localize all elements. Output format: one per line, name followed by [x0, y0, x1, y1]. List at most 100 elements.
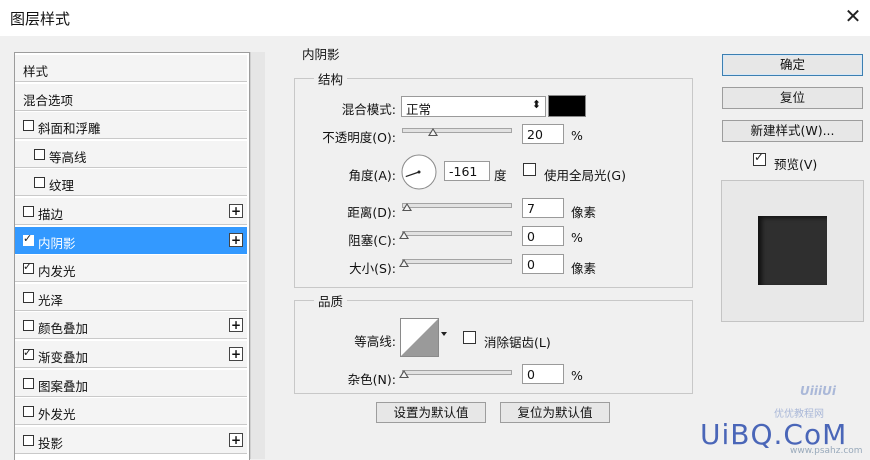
preview-checkbox[interactable] [753, 150, 766, 166]
opacity-unit: % [571, 128, 583, 143]
style-checkbox[interactable] [23, 434, 34, 446]
blend-mode-select[interactable]: 正常 ⬍ [401, 96, 546, 117]
preview-square [758, 216, 827, 285]
preview-label: 预览(V) [774, 157, 818, 172]
new-style-button[interactable]: 新建样式(W)... [722, 120, 863, 142]
style-list-item-label: 样式 [23, 64, 49, 79]
style-list-item[interactable]: 颜色叠加 + [15, 312, 247, 340]
shadow-color-swatch[interactable] [548, 95, 586, 117]
style-list-item[interactable]: 投影 + [15, 426, 247, 454]
style-list-item[interactable]: 渐变叠加 + [15, 341, 247, 368]
opacity-slider[interactable] [402, 128, 512, 133]
add-effect-icon[interactable]: + [229, 318, 243, 333]
style-list-item-label: 描边 [38, 207, 64, 222]
contour-picker[interactable] [400, 318, 448, 358]
add-effect-icon[interactable]: + [229, 347, 243, 361]
blend-mode-value: 正常 [406, 102, 432, 117]
style-list-item[interactable]: 混合选项 [15, 83, 247, 111]
distance-input[interactable]: 7 [522, 198, 564, 218]
style-list-item-label: 内发光 [38, 264, 76, 280]
style-list-item[interactable]: 外发光 [15, 398, 247, 426]
choke-input[interactable]: 0 [522, 226, 564, 246]
size-label: 大小(S): [349, 261, 396, 276]
reset-default-button[interactable]: 复位为默认值 [500, 402, 610, 423]
noise-unit: % [571, 368, 583, 383]
style-list-item[interactable]: 纹理 [15, 169, 247, 197]
angle-input[interactable]: -161 [444, 161, 490, 181]
distance-slider-thumb[interactable] [402, 203, 413, 211]
style-list-item[interactable]: 内发光 [15, 255, 247, 283]
choke-slider-thumb[interactable] [399, 231, 409, 239]
distance-label: 距离(D): [347, 205, 396, 220]
style-list-item[interactable]: 内阴影 + [15, 226, 247, 254]
choke-slider[interactable] [402, 231, 512, 236]
style-list-item[interactable]: 斜面和浮雕 [15, 112, 247, 140]
style-list-item-label: 等高线 [49, 149, 87, 165]
add-effect-icon[interactable]: + [229, 432, 243, 447]
noise-slider[interactable] [402, 370, 512, 375]
anti-alias-label: 消除锯齿(L) [484, 335, 551, 350]
size-unit: 像素 [571, 261, 597, 276]
section-title: 内阴影 [298, 44, 344, 63]
opacity-input[interactable]: 20 [522, 124, 564, 144]
angle-unit: 度 [494, 168, 507, 183]
style-list-item-label: 颜色叠加 [38, 321, 89, 337]
style-checkbox[interactable] [34, 148, 45, 160]
style-checkbox[interactable] [23, 377, 34, 389]
style-list-item-label: 混合选项 [23, 92, 74, 108]
style-list-item[interactable]: 光泽 [15, 283, 247, 311]
list-scrollbar[interactable] [250, 52, 265, 459]
style-checkbox[interactable] [23, 291, 34, 303]
style-checkbox[interactable] [34, 177, 45, 189]
size-input[interactable]: 0 [522, 254, 564, 274]
title-bar [0, 0, 870, 36]
add-effect-icon[interactable]: + [229, 232, 243, 247]
noise-input[interactable]: 0 [522, 364, 564, 384]
style-list-item-label: 图案叠加 [38, 378, 89, 394]
style-list-item-label: 光泽 [38, 292, 64, 308]
watermark-url: www.psahz.com [790, 446, 863, 456]
anti-alias-checkbox[interactable] [463, 331, 476, 344]
set-default-button[interactable]: 设置为默认值 [376, 402, 486, 423]
preview-thumbnail [721, 180, 864, 322]
style-checkbox[interactable] [23, 406, 34, 418]
window-title: 图层样式 [10, 10, 71, 28]
style-checkbox[interactable] [23, 346, 34, 360]
style-list-item-label: 内阴影 [38, 235, 76, 251]
dropdown-arrow-icon: ⬍ [531, 98, 541, 111]
close-icon[interactable]: ✕ [842, 4, 864, 28]
style-list: 样式混合选项斜面和浮雕等高线纹理描边 + 内阴影 + 内发光光泽颜色叠加 + 渐变叠加 + 图案… [14, 52, 250, 460]
size-slider[interactable] [402, 259, 512, 264]
opacity-label: 不透明度(O): [322, 130, 396, 145]
style-checkbox[interactable] [23, 232, 34, 246]
global-light-checkbox[interactable] [523, 163, 536, 176]
watermark-logo: UiiiUi [800, 384, 836, 398]
opacity-slider-thumb[interactable] [428, 128, 439, 136]
size-slider-thumb[interactable] [399, 259, 409, 267]
style-list-item-label: 斜面和浮雕 [38, 121, 101, 137]
contour-label: 等高线: [354, 334, 396, 349]
style-list-item[interactable]: 描边 + [15, 198, 247, 225]
style-list-item[interactable]: 样式 [15, 55, 247, 82]
add-effect-icon[interactable]: + [229, 204, 243, 218]
style-list-item[interactable]: 图案叠加 [15, 369, 247, 397]
style-list-item-label: 渐变叠加 [38, 350, 89, 365]
distance-slider[interactable] [402, 203, 512, 208]
style-checkbox[interactable] [23, 260, 34, 275]
ok-button[interactable]: 确定 [722, 54, 863, 76]
choke-label: 阻塞(C): [348, 233, 396, 248]
global-light-label: 使用全局光(G) [544, 168, 626, 183]
blend-mode-label: 混合模式: [341, 102, 396, 117]
angle-dial-icon[interactable] [400, 153, 438, 191]
reset-button[interactable]: 复位 [722, 87, 863, 109]
style-checkbox[interactable] [23, 206, 34, 217]
style-checkbox[interactable] [23, 320, 34, 332]
style-list-item-label: 纹理 [49, 178, 75, 194]
quality-legend: 品质 [314, 291, 348, 310]
structure-legend: 结构 [314, 69, 348, 88]
style-list-item[interactable]: 等高线 [15, 140, 247, 168]
noise-slider-thumb[interactable] [399, 370, 409, 378]
angle-label: 角度(A): [348, 168, 396, 183]
style-checkbox[interactable] [23, 120, 34, 132]
contour-dropdown-icon [441, 332, 447, 336]
